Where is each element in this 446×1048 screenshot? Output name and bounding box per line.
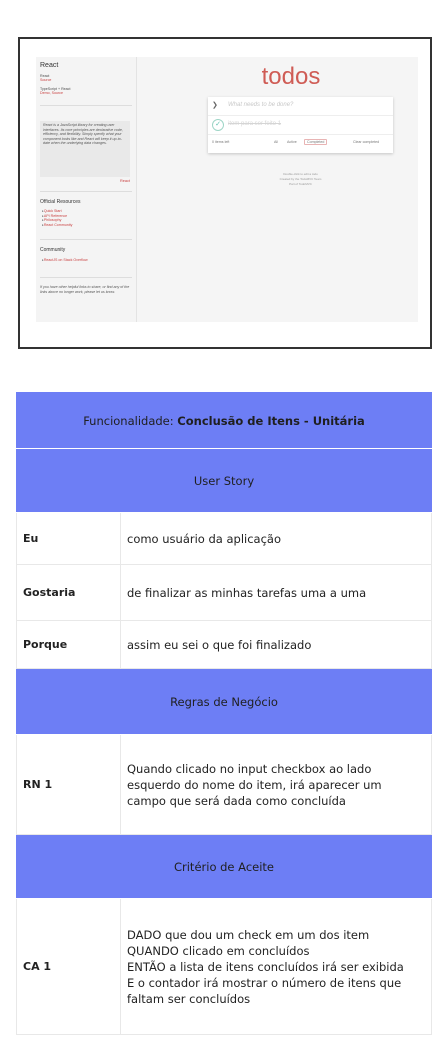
app-screenshot: React React Source TypeScript + React De… <box>18 37 432 349</box>
criteria-value: DADO que dou um check em um dos item QUA… <box>120 898 432 1035</box>
user-story-header: User Story <box>16 448 432 513</box>
table-row: CA 1 DADO que dou um check em um dos ite… <box>16 898 432 1035</box>
toggle-all-chevron-icon[interactable]: ❯ <box>212 101 218 109</box>
item-checkbox-check-icon[interactable]: ✓ <box>212 119 224 131</box>
table-row: Eu como usuário da aplicação <box>16 512 432 565</box>
divider <box>40 277 132 278</box>
row-label: Eu <box>16 512 121 565</box>
row-value: assim eu sei o que foi finalizado <box>120 620 432 669</box>
feature-prefix: Funcionalidade: <box>83 413 178 428</box>
resources-heading: Official Resources <box>40 199 81 205</box>
rule-value: Quando clicado no input checkbox ao lado… <box>120 734 432 835</box>
todos-title: todos <box>261 63 321 90</box>
rule-label: RN 1 <box>16 734 121 835</box>
community-heading: Community <box>40 247 66 253</box>
divider <box>40 239 132 240</box>
filter-all[interactable]: All <box>274 140 278 144</box>
resources-list: Quick Start API Reference Philosophy Rea… <box>42 209 73 228</box>
todo-item-label: item para ser feito 1 <box>228 121 282 127</box>
row-value: de finalizar as minhas tarefas uma a uma <box>120 564 432 621</box>
divider <box>40 191 132 192</box>
community-link[interactable]: ReactJS on Stack Overflow <box>42 258 88 263</box>
table-row: RN 1 Quando clicado no input checkbox ao… <box>16 734 432 835</box>
todo-footer: 0 items left All Active Completed Clear … <box>208 137 393 149</box>
row-label: Porque <box>16 620 121 669</box>
items-left-counter: 0 items left <box>212 140 230 144</box>
filter-active[interactable]: Active <box>287 140 297 144</box>
table-row: Porque assim eu sei o que foi finalizado <box>16 620 432 669</box>
clear-completed-button[interactable]: Clear completed <box>353 140 379 144</box>
todomvc-page: React React Source TypeScript + React De… <box>36 57 418 322</box>
sidebar: React React Source TypeScript + React De… <box>36 57 137 322</box>
resource-link[interactable]: React Community <box>42 223 73 228</box>
row-label: Gostaria <box>16 564 121 621</box>
new-todo-row: ❯ What needs to be done? <box>208 97 393 116</box>
todo-item: ✓ item para ser feito 1 <box>208 116 393 135</box>
divider <box>40 105 132 106</box>
criteria-label: CA 1 <box>16 898 121 1035</box>
feature-name: Conclusão de Itens - Unitária <box>177 413 365 428</box>
react-source-link[interactable]: Source <box>40 78 51 82</box>
community-list: ReactJS on Stack Overflow <box>42 258 88 263</box>
acceptance-criteria-header: Critério de Aceite <box>16 834 432 899</box>
footer-note: If you have other helpful links to share… <box>40 285 130 294</box>
filter-completed[interactable]: Completed <box>304 139 328 145</box>
todo-list-card: ❯ What needs to be done? ✓ item para ser… <box>208 97 393 153</box>
new-todo-input[interactable]: What needs to be done? <box>228 102 293 108</box>
read-more-link[interactable]: React <box>120 179 130 183</box>
sidebar-title: React <box>40 62 59 69</box>
feature-header: Funcionalidade: Conclusão de Itens - Uni… <box>16 392 432 449</box>
todo-info: Double-click to edit a todo Created by t… <box>208 172 393 187</box>
info-part-of: Part of TodoMVC <box>289 182 312 186</box>
ts-links[interactable]: Demo, Source <box>40 91 63 95</box>
row-value: como usuário da aplicação <box>120 512 432 565</box>
table-row: Gostaria de finalizar as minhas tarefas … <box>16 564 432 621</box>
business-rules-header: Regras de Negócio <box>16 668 432 735</box>
react-quote: React is a JavaScript library for creati… <box>40 121 130 177</box>
feature-spec-table: Funcionalidade: Conclusão de Itens - Uni… <box>16 392 432 1035</box>
